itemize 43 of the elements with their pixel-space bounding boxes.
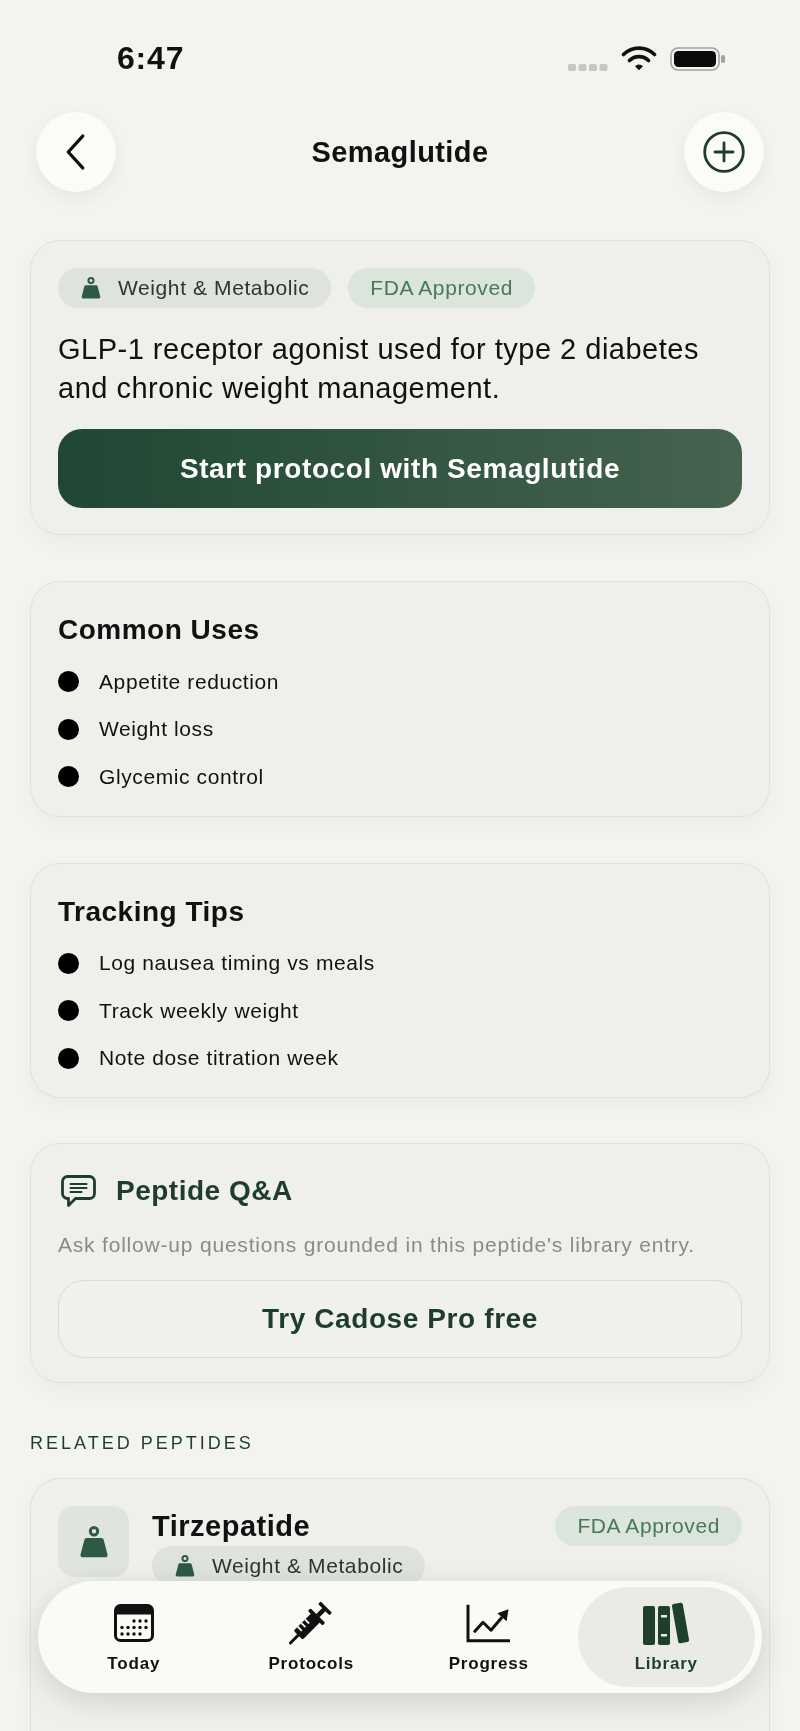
approval-badge: FDA Approved xyxy=(348,268,535,308)
trend-chart-icon xyxy=(465,1603,512,1643)
bullet-icon xyxy=(58,952,79,974)
list-item-text: Log nausea timing vs meals xyxy=(99,951,375,976)
list-item-text: Track weekly weight xyxy=(99,998,299,1023)
page-title: Semaglutide xyxy=(311,135,489,169)
section-title: Common Uses xyxy=(58,613,261,647)
battery-icon xyxy=(670,46,726,71)
nav-tab[interactable]: Today xyxy=(45,1587,223,1687)
bullet-icon xyxy=(58,671,79,693)
nav-tab[interactable]: Protocols xyxy=(222,1587,400,1687)
calendar-icon xyxy=(113,1604,154,1642)
nav-tab[interactable]: Library xyxy=(577,1587,755,1687)
qa-subtitle: Ask follow-up questions grounded in this peptide's library entry. xyxy=(58,1232,696,1258)
start-protocol-button[interactable]: Start protocol with Semaglutide xyxy=(58,429,742,508)
chat-bubble-icon xyxy=(61,1174,96,1208)
description-text: GLP-1 receptor agonist used for type 2 diabetes and chronic weight management. xyxy=(58,332,700,406)
category-label: Weight & Metabolic xyxy=(118,276,310,300)
status-time: 6:47 xyxy=(117,40,185,76)
qa-title: Peptide Q&A xyxy=(116,1175,293,1207)
try-pro-button[interactable]: Try Cadose Pro free xyxy=(58,1280,742,1358)
nav-tab[interactable]: Progress xyxy=(400,1587,578,1687)
list-item-text: Note dose titration week xyxy=(99,1046,339,1071)
bullet-icon xyxy=(58,718,79,740)
books-icon xyxy=(641,1600,691,1646)
weight-icon xyxy=(174,1555,196,1577)
weight-icon xyxy=(80,277,102,299)
approval-badge: FDA Approved xyxy=(555,1506,742,1546)
section-title: Tracking Tips xyxy=(58,894,246,929)
section-heading: RELATED PEPTIDES xyxy=(30,1432,255,1455)
wifi-icon xyxy=(621,45,657,71)
bullet-icon xyxy=(58,1000,79,1022)
bullet-icon xyxy=(58,1047,79,1069)
cellular-signal-icon xyxy=(568,63,608,71)
category-label: Weight & Metabolic xyxy=(212,1554,404,1578)
weight-icon xyxy=(58,1506,129,1577)
plus-circle-icon xyxy=(703,131,745,173)
list-item-text: Glycemic control xyxy=(99,764,264,789)
list-item-text: Appetite reduction xyxy=(99,669,280,694)
bullet-icon xyxy=(58,766,79,788)
list-item-text: Weight loss xyxy=(99,717,214,742)
chevron-left-icon xyxy=(66,134,86,170)
peptide-name: Tirzepatide xyxy=(152,1509,311,1544)
